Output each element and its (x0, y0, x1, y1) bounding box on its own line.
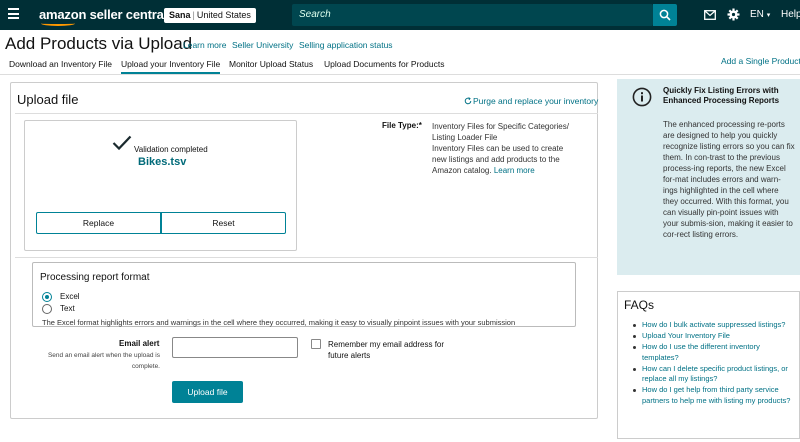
reset-button[interactable]: Reset (161, 212, 286, 234)
faq-title: FAQs (624, 298, 655, 312)
store-name: Sana (169, 10, 191, 20)
radio-text-label[interactable]: Text (60, 304, 75, 313)
faq-item-upload-inventory[interactable]: Upload Your Inventory File (633, 331, 793, 342)
search-button[interactable] (653, 4, 677, 26)
faq-list: How do I bulk activate suppressed listin… (633, 320, 793, 407)
info-icon (632, 87, 652, 107)
email-alert-label: Email alert (119, 339, 160, 348)
file-type-name: Inventory Files for Specific Categories/… (432, 122, 569, 142)
file-type-label: File Type:* (382, 121, 422, 130)
tab-monitor-upload-status[interactable]: Monitor Upload Status (229, 59, 313, 69)
tab-upload-documents[interactable]: Upload Documents for Products (324, 59, 444, 69)
faq-item-inventory-templates[interactable]: How do I use the different inventory tem… (633, 342, 793, 363)
seller-central-logo[interactable]: amazon seller central (39, 7, 167, 26)
hamburger-menu-icon[interactable] (8, 8, 19, 20)
gear-icon[interactable] (727, 8, 740, 21)
processing-report-title: Processing report format (40, 272, 150, 283)
info-body: The enhanced processing re-ports are des… (663, 120, 795, 239)
checkmark-icon (112, 135, 132, 151)
uploaded-file-name: Bikes.tsv (138, 156, 187, 168)
learn-more-link[interactable]: Learn more (183, 40, 226, 50)
validation-status: Validation completed (134, 145, 208, 154)
store-selector[interactable]: Sana | United States (164, 8, 256, 23)
replace-button[interactable]: Replace (36, 212, 161, 234)
upload-file-heading: Upload file (17, 92, 79, 107)
language-selector[interactable]: EN ▾ (750, 9, 770, 20)
file-type-learn-more-link[interactable]: Learn more (494, 166, 535, 175)
top-navigation-bar: amazon seller central Sana | United States… (0, 0, 800, 30)
radio-text[interactable] (42, 304, 52, 314)
mail-icon[interactable] (704, 10, 716, 20)
faq-item-bulk-activate[interactable]: How do I bulk activate suppressed listin… (633, 320, 793, 331)
card-divider (15, 113, 598, 114)
refresh-icon (464, 97, 472, 105)
search-input[interactable] (292, 4, 653, 26)
email-alert-help: Send an email alert when the upload is c… (47, 352, 160, 370)
tab-upload-inventory-file[interactable]: Upload your Inventory File (121, 59, 221, 74)
search-icon (659, 9, 671, 21)
remember-email-checkbox[interactable] (311, 339, 321, 349)
page-title: Add Products via Upload (5, 34, 193, 53)
email-field[interactable] (172, 337, 298, 358)
remember-email-label[interactable]: Remember my email address for future ale… (328, 339, 448, 361)
processing-report-description: The Excel format highlights errors and w… (42, 318, 516, 327)
store-region: United States (196, 10, 251, 20)
tab-download-inventory-file[interactable]: Download an Inventory File (9, 59, 112, 69)
section-divider (15, 257, 598, 258)
seller-university-link[interactable]: Seller University (232, 40, 293, 50)
radio-excel-label[interactable]: Excel (60, 292, 80, 301)
upload-tabs: Download an Inventory File Upload your I… (0, 56, 800, 74)
selling-application-status-link[interactable]: Selling application status (299, 40, 393, 50)
faq-item-delete-listings[interactable]: How can I delete specific product listin… (633, 364, 793, 385)
file-type-description: Inventory Files for Specific Categories/… (432, 121, 572, 176)
upload-file-button[interactable]: Upload file (172, 381, 243, 403)
tabs-divider (0, 74, 800, 75)
radio-excel[interactable] (42, 292, 52, 302)
help-link[interactable]: Help (781, 9, 800, 20)
chevron-down-icon: ▾ (766, 12, 771, 19)
info-title: Quickly Fix Listing Errors with Enhanced… (663, 86, 780, 105)
faq-item-third-party-help[interactable]: How do I get help from third party servi… (633, 385, 793, 406)
purge-replace-link[interactable]: Purge and replace your inventory (464, 96, 598, 106)
